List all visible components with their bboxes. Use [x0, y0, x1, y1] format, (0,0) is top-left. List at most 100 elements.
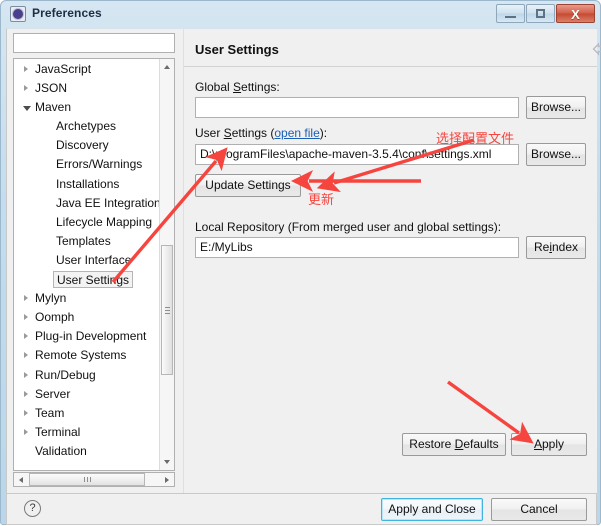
sidebar-item-validation[interactable]: Validation [14, 442, 160, 461]
tree-collapsed-twisty-icon[interactable] [24, 333, 28, 340]
sidebar-item-label: User Settings [53, 271, 134, 289]
header-divider [184, 66, 597, 67]
apply-and-close-button[interactable]: Apply and Close [381, 498, 483, 521]
global-settings-mnemonic: S [233, 80, 242, 94]
sidebar-item-archetypes[interactable]: Archetypes [14, 117, 160, 136]
close-button[interactable]: X [556, 4, 595, 23]
tree-collapsed-twisty-icon[interactable] [24, 371, 28, 378]
minimize-icon [505, 16, 516, 18]
sidebar-item-label: Templates [56, 233, 111, 248]
reindex-button[interactable]: Reindex [526, 236, 586, 259]
sidebar-item-label: Oomph [35, 310, 75, 325]
sidebar-item-templates[interactable]: Templates [14, 232, 160, 251]
sidebar-item-label: Team [35, 405, 65, 420]
sidebar-item-label: Server [35, 386, 71, 401]
sidebar-item-label: Discovery [56, 138, 109, 153]
sidebar-item-label: Remote Systems [35, 348, 127, 363]
sidebar-item-plug-in-development[interactable]: Plug-in Development [14, 327, 160, 346]
sidebar-item-label: Errors/Warnings [56, 157, 143, 172]
reindex-label-pre: Re [533, 240, 550, 254]
sidebar-item-mylyn[interactable]: Mylyn [14, 289, 160, 308]
tree-collapsed-twisty-icon[interactable] [24, 295, 28, 302]
sidebar-item-maven[interactable]: Maven [14, 98, 160, 117]
tree-collapsed-twisty-icon[interactable] [24, 409, 28, 416]
annotation-update: 更新 [308, 193, 335, 208]
restore-defaults-button[interactable]: Restore Defaults [402, 433, 506, 456]
local-repository-input[interactable]: E:/MyLibs [195, 237, 519, 258]
sidebar-item-label: Mylyn [35, 291, 67, 306]
global-settings-browse-button[interactable]: Browse... [526, 96, 586, 119]
filter-input[interactable] [13, 33, 175, 53]
tree-collapsed-twisty-icon[interactable] [24, 352, 28, 359]
sidebar-item-label: JavaScript [35, 62, 92, 76]
tree-collapsed-twisty-icon[interactable] [24, 66, 28, 72]
sidebar-item-terminal[interactable]: Terminal [14, 423, 160, 442]
sidebar-item-team[interactable]: Team [14, 404, 160, 423]
sidebar-item-label: User Interface [56, 252, 132, 267]
maximize-icon [536, 9, 545, 18]
user-settings-browse-button[interactable]: Browse... [526, 143, 586, 166]
sidebar-item-label: Validation [35, 443, 87, 458]
user-settings-path-input[interactable]: D:\programFiles\apache-maven-3.5.4\conf\… [195, 144, 519, 165]
open-file-link[interactable]: open file [274, 126, 319, 140]
sidebar-item-label: Lifecycle Mapping [56, 214, 153, 229]
sidebar-item-label: Plug-in Development [35, 329, 147, 344]
maximize-button[interactable] [526, 4, 555, 23]
user-settings-mnemonic: S [223, 126, 232, 140]
cancel-button[interactable]: Cancel [491, 498, 587, 521]
close-icon: X [571, 7, 580, 22]
horizontal-scrollbar-thumb[interactable] [29, 473, 145, 486]
sidebar-item-javascript[interactable]: JavaScript [14, 60, 160, 79]
sidebar-item-label: Installations [56, 176, 120, 191]
tree-vertical-scrollbar[interactable] [159, 59, 174, 470]
sidebar-item-remote-systems[interactable]: Remote Systems [14, 346, 160, 365]
sidebar-item-errors-warnings[interactable]: Errors/Warnings [14, 155, 160, 174]
update-settings-button[interactable]: Update Settings [195, 174, 301, 197]
sidebar-item-label: Archetypes [56, 119, 117, 134]
preferences-tree-list: JavaScript JSON Maven Archetypes Discovery Er… [14, 60, 161, 461]
sidebar-item-oomph[interactable]: Oomph [14, 308, 160, 327]
apply-mnemonic: A [533, 437, 542, 451]
user-settings-label: User Settings (open file): [195, 126, 327, 140]
sidebar-item-json[interactable]: JSON [14, 79, 160, 98]
back-arrow-icon[interactable] [591, 41, 601, 57]
scroll-left-arrow-icon[interactable] [14, 473, 28, 486]
help-icon[interactable]: ? [24, 500, 41, 517]
tree-collapsed-twisty-icon[interactable] [24, 85, 28, 92]
reindex-label-post: ndex [551, 240, 579, 254]
user-settings-label-post: ): [319, 126, 328, 140]
sidebar-item-discovery[interactable]: Discovery [14, 136, 160, 155]
sidebar-item-user-settings[interactable]: User Settings [14, 270, 160, 289]
sidebar-item-label: Terminal [35, 424, 81, 439]
scroll-up-arrow-icon[interactable] [160, 59, 174, 74]
global-settings-label-post: ettings: [241, 80, 280, 94]
scroll-down-arrow-icon[interactable] [160, 455, 174, 470]
sidebar-item-installations[interactable]: Installations [14, 175, 160, 194]
sidebar-item-label: JSON [35, 81, 68, 96]
window-title-bar: Preferences X [1, 1, 601, 28]
tree-collapsed-twisty-icon[interactable] [24, 428, 28, 435]
user-settings-panel: User Settings Global Settings: Browse...… [183, 29, 601, 493]
sidebar-item-server[interactable]: Server [14, 385, 160, 404]
minimize-button[interactable] [496, 4, 525, 23]
sidebar-item-lifecycle-mapping[interactable]: Lifecycle Mapping [14, 213, 160, 232]
local-repository-label: Local Repository (From merged user and g… [195, 220, 502, 234]
apply-button[interactable]: Apply [511, 433, 587, 456]
vertical-scrollbar-thumb[interactable] [161, 245, 173, 375]
tree-collapsed-twisty-icon[interactable] [24, 390, 28, 397]
sidebar-item-user-interface[interactable]: User Interface [14, 251, 160, 270]
global-settings-input[interactable] [195, 97, 519, 118]
sidebar-item-java-ee-integration[interactable]: Java EE Integration [14, 194, 161, 213]
preferences-tree[interactable]: JavaScript JSON Maven Archetypes Discovery Er… [13, 58, 175, 471]
sidebar-item-label: Java EE Integration [56, 195, 161, 210]
sidebar-item-label: Maven [35, 100, 72, 115]
tree-expanded-twisty-icon[interactable] [23, 106, 31, 112]
restore-label-post: efaults [463, 437, 499, 451]
scroll-right-arrow-icon[interactable] [160, 473, 174, 486]
sidebar-item-run-debug[interactable]: Run/Debug [14, 366, 160, 385]
tree-collapsed-twisty-icon[interactable] [24, 314, 28, 321]
user-settings-label-mid: ettings ( [231, 126, 275, 140]
preferences-sidebar: JavaScript JSON Maven Archetypes Discovery Er… [7, 29, 183, 493]
restore-label-pre: Restore [409, 437, 455, 451]
tree-horizontal-scrollbar[interactable] [13, 472, 175, 487]
